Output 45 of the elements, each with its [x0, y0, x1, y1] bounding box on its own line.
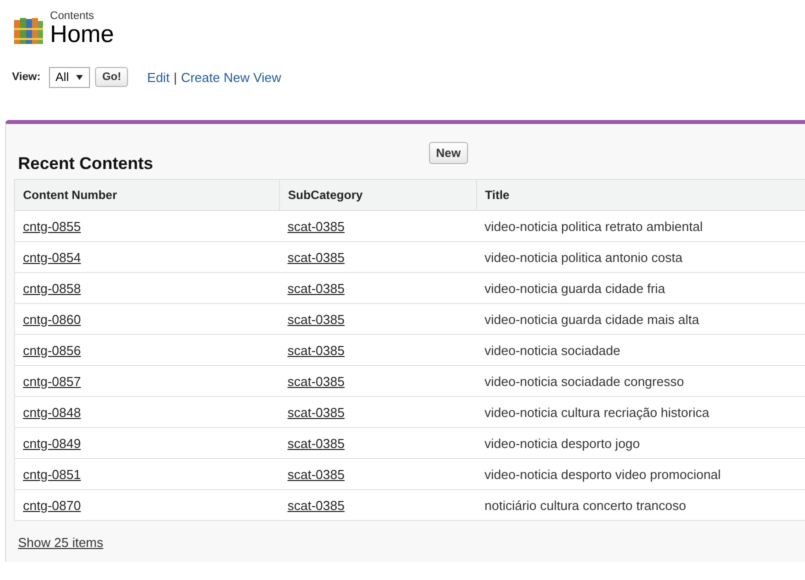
table-cell: video-noticia desporto jogo [484, 436, 640, 450]
page-subtitle: Contents [50, 10, 96, 22]
record-link[interactable]: scat-0385 [288, 218, 345, 234]
page-title: Home [50, 22, 114, 48]
new-button[interactable]: New [429, 142, 468, 164]
table-cell: video-noticia sociadade [484, 342, 620, 358]
table-cell: video-noticia guarda cidade mais alta [484, 312, 700, 326]
table-cell: noticiário cultura concerto trancoso [484, 498, 686, 512]
record-link[interactable]: cntg-0848 [23, 404, 81, 420]
record-link[interactable]: cntg-0870 [23, 498, 81, 512]
record-link[interactable]: cntg-0860 [23, 312, 81, 326]
panel-title: Recent Contents [18, 154, 154, 174]
edit-link[interactable]: Edit [147, 70, 170, 84]
show-items-link[interactable]: Show 25 items [18, 535, 104, 550]
record-link[interactable]: scat-0385 [288, 374, 345, 388]
view-label: View: [12, 71, 41, 83]
create-view-link[interactable]: Create New View [180, 70, 282, 84]
record-link[interactable]: cntg-0855 [23, 218, 81, 234]
record-link[interactable]: cntg-0851 [23, 466, 81, 482]
table-cell: video-noticia cultura recriação historica [484, 404, 710, 420]
table-cell: video-noticia politica retrato ambiental [484, 218, 703, 234]
link-separator: | [174, 70, 177, 84]
record-link[interactable]: scat-0385 [288, 436, 345, 450]
record-link[interactable]: cntg-0856 [23, 342, 81, 358]
record-link[interactable]: scat-0385 [288, 280, 345, 296]
record-link[interactable]: scat-0385 [288, 404, 345, 420]
view-select[interactable]: All [48, 66, 90, 88]
go-button[interactable]: Go! [95, 67, 128, 87]
record-link[interactable]: scat-0385 [288, 250, 345, 264]
table-cell: video-noticia guarda cidade fria [484, 280, 666, 296]
column-header[interactable]: Title [476, 180, 805, 210]
record-link[interactable]: cntg-0858 [23, 280, 81, 296]
record-link[interactable]: cntg-0857 [23, 374, 81, 388]
record-link[interactable]: scat-0385 [288, 312, 345, 326]
record-link[interactable]: cntg-0849 [23, 436, 81, 450]
record-link[interactable]: cntg-0854 [23, 250, 81, 264]
record-link[interactable]: scat-0385 [288, 498, 345, 512]
record-link[interactable]: scat-0385 [288, 342, 345, 358]
column-header[interactable]: Content Number [14, 180, 280, 210]
table-cell: video-noticia desporto video promocional [484, 466, 721, 482]
table-cell: video-noticia politica antonio costa [484, 250, 683, 264]
column-header[interactable]: SubCategory [280, 180, 476, 210]
table-cell: video-noticia sociadade congresso [484, 374, 684, 388]
dropdown-caret-icon [76, 75, 84, 80]
record-link[interactable]: scat-0385 [288, 466, 345, 482]
